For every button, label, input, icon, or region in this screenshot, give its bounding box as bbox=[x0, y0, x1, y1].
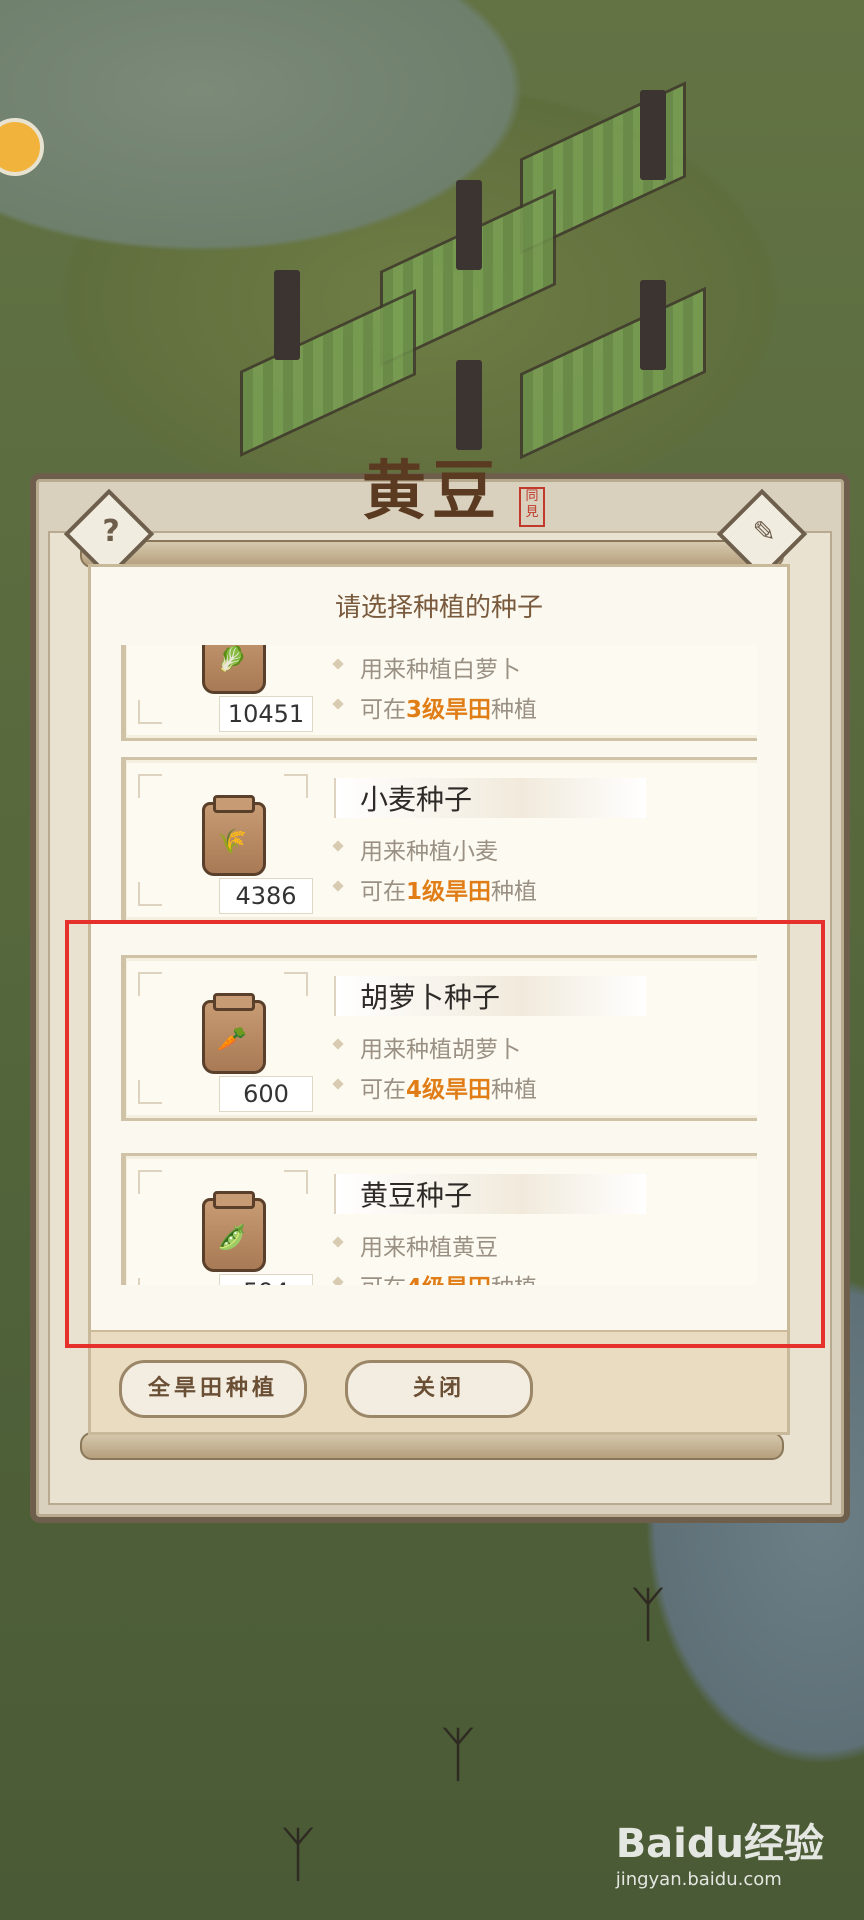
bare-tree-icon: ᛉ bbox=[440, 1720, 476, 1790]
watermark: Baidu经验 jingyan.baidu.com bbox=[616, 1811, 824, 1890]
plant-all-dry-fields-button[interactable]: 全旱田种植 bbox=[119, 1360, 307, 1418]
panel-heading: 请选择种植的种子 bbox=[334, 593, 543, 623]
bullet-icon bbox=[332, 840, 344, 852]
question-icon: ? bbox=[102, 513, 120, 549]
wheat-seed-bag-icon: 🌾 bbox=[202, 795, 266, 876]
seed-name: 小麦种子 bbox=[360, 783, 473, 816]
field-signpost bbox=[274, 270, 300, 360]
wheat-icon: 🌾 bbox=[217, 827, 247, 855]
field-signpost bbox=[456, 360, 482, 450]
seed-card-wheat[interactable]: 🌾 4386 小麦种子 用来种植小麦 可在1级旱田种植 bbox=[121, 757, 757, 923]
close-button[interactable]: 关闭 bbox=[345, 1360, 533, 1418]
radish-icon: 🥬 bbox=[217, 645, 247, 673]
seed-count: 4386 bbox=[219, 878, 313, 914]
bullet-icon bbox=[332, 658, 344, 670]
seed-card-radish[interactable]: 🥬 10451 用来种植白萝卜 可在3级旱田种植 bbox=[121, 645, 757, 741]
card-corner-ornament bbox=[138, 774, 162, 798]
seed-requirement: 可在3级旱田种植 bbox=[360, 697, 538, 723]
bullet-icon bbox=[332, 698, 344, 710]
field-signpost bbox=[456, 180, 482, 270]
card-corner-ornament bbox=[138, 882, 162, 906]
field-signpost bbox=[640, 90, 666, 180]
field-signpost bbox=[640, 280, 666, 370]
annotation-highlight-box bbox=[65, 920, 825, 1348]
watermark-url: jingyan.baidu.com bbox=[615, 1869, 782, 1890]
seed-requirement: 可在1级旱田种植 bbox=[360, 879, 538, 905]
seed-description: 用来种植白萝卜 bbox=[360, 657, 521, 683]
scroll-rod-bottom bbox=[80, 1432, 784, 1460]
dialog-title: 黄豆 bbox=[362, 454, 502, 529]
radish-seed-bag-icon: 🥬 bbox=[202, 645, 266, 694]
card-corner-ornament bbox=[138, 700, 162, 724]
bare-tree-icon: ᛉ bbox=[630, 1580, 666, 1650]
bare-tree-icon: ᛉ bbox=[280, 1820, 316, 1890]
watermark-brand: Baidu经验 bbox=[615, 1821, 824, 1867]
card-corner-ornament bbox=[284, 774, 308, 798]
bullet-icon bbox=[332, 880, 344, 892]
title-seal-stamp: 同見 bbox=[519, 487, 545, 527]
seed-count: 10451 bbox=[219, 696, 313, 732]
pencil-icon: ✎ bbox=[752, 514, 776, 548]
seed-description: 用来种植小麦 bbox=[360, 839, 498, 865]
